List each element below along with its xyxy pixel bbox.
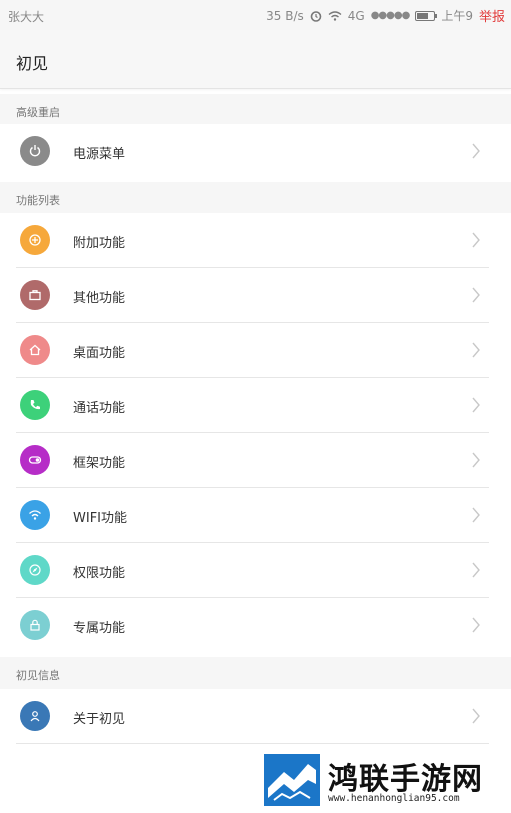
list-item-addon-features[interactable]: 附加功能 (0, 213, 511, 268)
plus-icon (20, 225, 50, 255)
wifi-status-icon (328, 10, 342, 21)
power-icon (20, 136, 50, 166)
list-item-label: 桌面功能 (73, 346, 126, 361)
watermark-url: www.henanhonglian95.com (328, 793, 460, 804)
list-item-power-menu[interactable]: 电源菜单 (0, 124, 511, 179)
chevron-right-icon (472, 562, 480, 578)
list-item-about[interactable]: 关于初见 (0, 689, 511, 744)
battery-icon (415, 10, 438, 21)
chevron-right-icon (472, 232, 480, 248)
compass-icon (20, 555, 50, 585)
list-item-permission-features[interactable]: 权限功能 (0, 543, 511, 598)
list-item-label: 框架功能 (73, 456, 126, 471)
chevron-right-icon (472, 617, 480, 633)
chevron-right-icon (472, 507, 480, 523)
signal-icon: ●●●●● (370, 10, 411, 21)
section-title: 高级重启 (16, 106, 60, 119)
list-item-label: 电源菜单 (73, 147, 126, 162)
network-type: 4G (347, 8, 365, 23)
carrier-name: 张大大 (8, 10, 45, 24)
list-item-framework-features[interactable]: 框架功能 (0, 433, 511, 488)
list-item-label: 专属功能 (73, 621, 126, 636)
list-item-call-features[interactable]: 通话功能 (0, 378, 511, 433)
watermark-logo (264, 754, 320, 806)
list-item-label: 附加功能 (73, 236, 126, 251)
briefcase-icon (20, 280, 50, 310)
wifi-icon (20, 500, 50, 530)
list-item-other-features[interactable]: 其他功能 (0, 268, 511, 323)
chevron-right-icon (472, 342, 480, 358)
bull-logo-icon (268, 764, 316, 801)
section-title: 功能列表 (16, 194, 60, 207)
divider (16, 743, 489, 744)
toggle-icon (20, 445, 50, 475)
section-title: 初见信息 (16, 669, 60, 682)
status-bar: 张大大 35 B/s 4G ●●●●● 上午9 举报 (0, 0, 511, 30)
chevron-right-icon (472, 287, 480, 303)
section-header-about-info: 初见信息 (0, 657, 511, 689)
list-item-desktop-features[interactable]: 桌面功能 (0, 323, 511, 378)
list-item-label: 关于初见 (73, 712, 126, 727)
user-icon (20, 701, 50, 731)
report-link[interactable]: 举报 (479, 6, 505, 25)
home-icon (20, 335, 50, 365)
page-title: 初见 (16, 54, 49, 73)
chevron-right-icon (472, 708, 480, 724)
list-item-label: 通话功能 (73, 401, 126, 416)
section-header-advanced-reboot: 高级重启 (0, 94, 511, 126)
lock-icon (20, 610, 50, 640)
list-item-label: WIFI功能 (73, 511, 127, 526)
section-header-feature-list: 功能列表 (0, 182, 511, 214)
list-item-label: 其他功能 (73, 291, 126, 306)
list-item-exclusive-features[interactable]: 专属功能 (0, 598, 511, 653)
alarm-icon (310, 10, 322, 22)
watermark: 鸿联手游网 www.henanhonglian95.com (262, 752, 502, 807)
network-speed: 35 B/s (266, 8, 304, 23)
phone-icon (20, 390, 50, 420)
watermark-title: 鸿联手游网 (328, 762, 483, 797)
list-item-wifi-features[interactable]: WIFI功能 (0, 488, 511, 543)
status-icons: 35 B/s 4G ●●●●● 上午9 举报 (266, 6, 505, 26)
clock: 上午9 (441, 9, 473, 23)
chevron-right-icon (472, 397, 480, 413)
chevron-right-icon (472, 452, 480, 468)
chevron-right-icon (472, 143, 480, 159)
list-item-label: 权限功能 (73, 566, 126, 581)
app-bar: 初见 (0, 30, 511, 89)
